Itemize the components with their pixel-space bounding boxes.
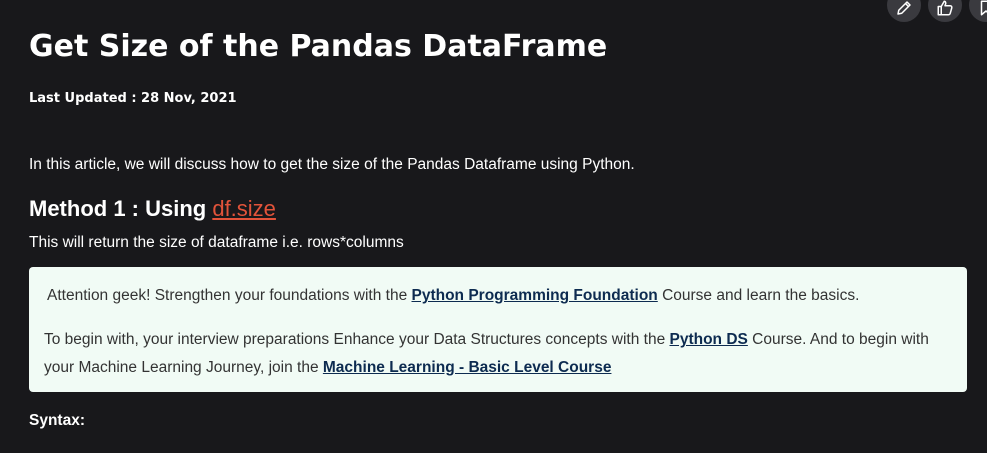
machine-learning-course-link[interactable]: Machine Learning - Basic Level Course — [323, 359, 612, 376]
syntax-label: Syntax: — [29, 412, 85, 429]
page-title: Get Size of the Pandas DataFrame — [29, 29, 608, 64]
last-updated-date: Last Updated : 28 Nov, 2021 — [29, 91, 237, 106]
article-intro: In this article, we will discuss how to … — [29, 156, 635, 173]
promo-line-1: Attention geek! Strengthen your foundati… — [47, 287, 859, 305]
promo-line-2: To begin with, your interview preparatio… — [44, 326, 954, 382]
python-ds-link[interactable]: Python DS — [670, 331, 748, 348]
course-promo-box: Attention geek! Strengthen your foundati… — [29, 267, 967, 392]
bookmark-button[interactable] — [969, 0, 987, 22]
bookmark-icon — [977, 0, 987, 21]
like-button[interactable] — [928, 0, 962, 22]
method-1-heading: Method 1 : Using df.size — [29, 196, 276, 222]
pencil-icon — [895, 0, 913, 21]
method-heading-text: Method 1 : Using — [29, 196, 213, 221]
article-toolbar — [887, 0, 987, 22]
promo-line-2-prefix: To begin with, your interview preparatio… — [44, 331, 670, 348]
promo-line-1-prefix: Attention geek! Strengthen your foundati… — [47, 287, 412, 304]
promo-line-1-suffix: Course and learn the basics. — [657, 287, 860, 304]
df-size-link[interactable]: df.size — [212, 196, 276, 221]
python-programming-foundation-link[interactable]: Python Programming Foundation — [412, 287, 658, 304]
method-description: This will return the size of dataframe i… — [29, 234, 404, 251]
edit-button[interactable] — [887, 0, 921, 22]
thumbs-up-icon — [936, 0, 954, 21]
